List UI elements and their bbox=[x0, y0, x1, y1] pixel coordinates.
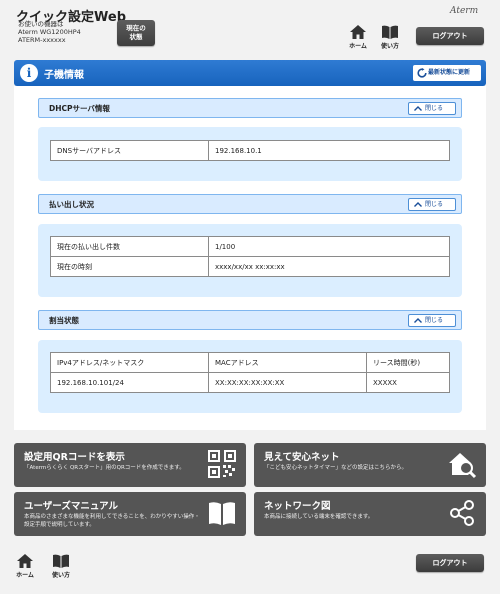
tile-title: ネットワーク図 bbox=[264, 501, 331, 512]
mieru-anshin-tile[interactable]: 見えて安心ネット 「こども安心ネットタイマー」などの設定はこちらから。 bbox=[254, 443, 486, 487]
device-id: ATERM-xxxxxx bbox=[18, 36, 66, 44]
current-time-label: 現在の時刻 bbox=[50, 256, 209, 277]
lease-value: XXXXX bbox=[366, 372, 450, 393]
chevron-up-icon bbox=[414, 106, 422, 111]
current-time-value: xxxx/xx/xx xx:xx:xx bbox=[208, 256, 450, 277]
table-row: 192.168.10.101/24 XX:XX:XX:XX:XX:XX XXXX… bbox=[50, 372, 450, 393]
book-icon bbox=[53, 554, 69, 568]
dhcp-section-title: DHCPサーバ情報 bbox=[49, 104, 110, 113]
refresh-button[interactable]: 最新状態に更新 bbox=[413, 65, 481, 81]
book-icon bbox=[382, 25, 398, 39]
footer-manual-button[interactable]: 使い方 bbox=[46, 554, 76, 579]
assign-table: IPv4アドレス/ネットマスク MACアドレス リース時間(秒) 192.168… bbox=[50, 352, 450, 393]
device-label: お使いの機器は bbox=[18, 20, 64, 28]
payout-table: 現在の払い出し件数 1/100 現在の時刻 xxxx/xx/xx xx:xx:x… bbox=[50, 236, 450, 277]
qr-code-icon bbox=[208, 450, 236, 478]
tile-title: 設定用QRコードを表示 bbox=[24, 452, 125, 463]
payout-close-button[interactable]: 閉じる bbox=[408, 198, 456, 211]
book-icon bbox=[209, 502, 235, 525]
home-icon bbox=[17, 554, 33, 568]
device-model: Aterm WG1200HP4 bbox=[18, 28, 81, 36]
tile-desc: 本商品のさまざまな機能を利用してできることを、わかりやすい操作・設定手順で説明し… bbox=[24, 514, 200, 528]
tile-title: 見えて安心ネット bbox=[264, 452, 340, 463]
home-search-icon bbox=[449, 453, 477, 479]
refresh-icon bbox=[417, 68, 427, 78]
share-network-icon bbox=[450, 500, 474, 526]
aterm-logo: Aterm bbox=[450, 6, 479, 16]
payout-count-label: 現在の払い出し件数 bbox=[50, 236, 209, 257]
home-label: ホーム bbox=[349, 43, 367, 50]
header: クイック設定Web お使いの機器は Aterm WG1200HP4 ATERM-… bbox=[0, 0, 500, 56]
dns-value: 192.168.10.1 bbox=[208, 140, 450, 161]
assign-close-button[interactable]: 閉じる bbox=[408, 314, 456, 327]
payout-section-title: 払い出し状況 bbox=[49, 200, 94, 209]
payout-section-header: 払い出し状況 閉じる bbox=[38, 194, 462, 214]
refresh-label: 最新状態に更新 bbox=[428, 69, 471, 76]
device-info: お使いの機器は Aterm WG1200HP4 ATERM-xxxxxx bbox=[18, 20, 81, 44]
col-ipv4: IPv4アドレス/ネットマスク bbox=[50, 352, 209, 373]
chevron-up-icon bbox=[414, 318, 422, 323]
users-manual-tile[interactable]: ユーザーズマニュアル 本商品のさまざまな機能を利用してできることを、わかりやすい… bbox=[14, 492, 246, 536]
dns-label: DNSサーバアドレス bbox=[50, 140, 209, 161]
footer-home-button[interactable]: ホーム bbox=[10, 554, 40, 579]
current-status-button[interactable]: 現在の状態 bbox=[117, 20, 155, 46]
footer-logout-button[interactable]: ログアウト bbox=[416, 554, 484, 572]
table-row: 現在の払い出し件数 1/100 bbox=[50, 236, 450, 257]
home-icon bbox=[350, 25, 366, 39]
assign-section-title: 割当状態 bbox=[49, 316, 79, 325]
payout-close-label: 閉じる bbox=[425, 201, 444, 208]
page-title-bar: i 子機情報 最新状態に更新 bbox=[14, 60, 486, 86]
table-row: DNSサーバアドレス 192.168.10.1 bbox=[50, 140, 450, 161]
tile-title: ユーザーズマニュアル bbox=[24, 501, 119, 512]
ipv4-value: 192.168.10.101/24 bbox=[50, 372, 209, 393]
assign-section-header: 割当状態 閉じる bbox=[38, 310, 462, 330]
footer-home-label: ホーム bbox=[16, 572, 34, 579]
page-title: 子機情報 bbox=[44, 70, 84, 81]
qr-code-tile[interactable]: 設定用QRコードを表示 「Atermらくらく QRスタート」用のQRコードを作成… bbox=[14, 443, 246, 487]
payout-count-value: 1/100 bbox=[208, 236, 450, 257]
dhcp-section-body: DNSサーバアドレス 192.168.10.1 bbox=[38, 127, 462, 181]
dhcp-close-button[interactable]: 閉じる bbox=[408, 102, 456, 115]
assign-close-label: 閉じる bbox=[425, 317, 444, 324]
footer: ホーム 使い方 ログアウト bbox=[0, 544, 500, 594]
home-nav-button[interactable]: ホーム bbox=[343, 25, 373, 50]
chevron-up-icon bbox=[414, 202, 422, 207]
col-lease: リース時間(秒) bbox=[366, 352, 450, 373]
manual-label: 使い方 bbox=[380, 43, 399, 50]
tile-desc: 本商品に接続している端末を確認できます。 bbox=[264, 514, 374, 520]
dhcp-close-label: 閉じる bbox=[425, 105, 444, 112]
dhcp-section-header: DHCPサーバ情報 閉じる bbox=[38, 98, 462, 118]
tile-desc: 「Atermらくらく QRスタート」用のQRコードを作成できます。 bbox=[24, 465, 185, 471]
table-header-row: IPv4アドレス/ネットマスク MACアドレス リース時間(秒) bbox=[50, 352, 450, 373]
manual-nav-button[interactable]: 使い方 bbox=[375, 25, 405, 50]
info-icon: i bbox=[20, 64, 38, 82]
current-status-label: 現在の状態 bbox=[126, 24, 146, 41]
assign-section-body: IPv4アドレス/ネットマスク MACアドレス リース時間(秒) 192.168… bbox=[38, 340, 462, 413]
tile-desc: 「こども安心ネットタイマー」などの設定はこちらから。 bbox=[264, 465, 408, 471]
table-row: 現在の時刻 xxxx/xx/xx xx:xx:xx bbox=[50, 256, 450, 277]
logout-button[interactable]: ログアウト bbox=[416, 27, 484, 45]
dhcp-table: DNSサーバアドレス 192.168.10.1 bbox=[50, 140, 450, 161]
mac-value: XX:XX:XX:XX:XX:XX bbox=[208, 372, 367, 393]
payout-section-body: 現在の払い出し件数 1/100 現在の時刻 xxxx/xx/xx xx:xx:x… bbox=[38, 224, 462, 297]
col-mac: MACアドレス bbox=[208, 352, 367, 373]
network-map-tile[interactable]: ネットワーク図 本商品に接続している端末を確認できます。 bbox=[254, 492, 486, 536]
footer-manual-label: 使い方 bbox=[51, 572, 70, 579]
